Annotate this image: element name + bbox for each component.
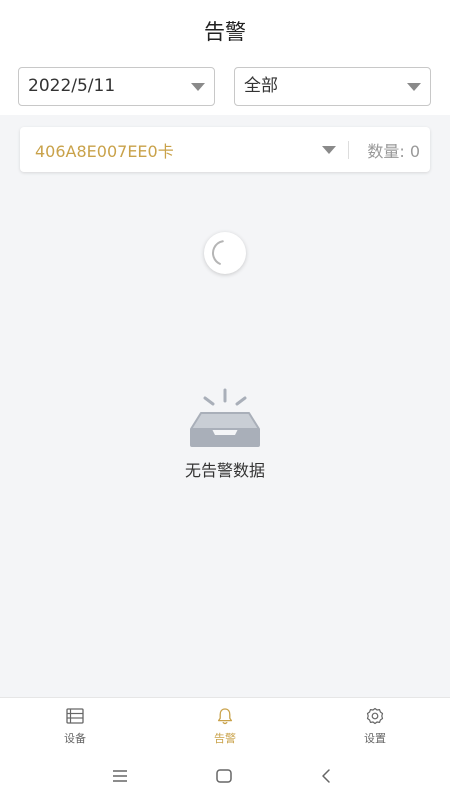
date-select[interactable]: 2022/5/11	[18, 67, 215, 106]
gear-icon	[366, 707, 384, 725]
menu-icon[interactable]	[110, 766, 130, 786]
category-select[interactable]: 全部	[234, 67, 431, 106]
list-icon	[66, 708, 84, 724]
alarm-count-label: 数量:	[367, 141, 405, 161]
tab-devices[interactable]: 设备	[0, 698, 150, 752]
bell-icon	[217, 708, 233, 725]
tab-label: 设置	[364, 732, 386, 745]
back-icon[interactable]	[316, 766, 336, 786]
home-icon[interactable]	[214, 766, 234, 786]
tab-label: 告警	[214, 732, 236, 745]
alarm-count: 数量: 0	[367, 138, 420, 162]
loading-spinner-icon	[204, 232, 246, 274]
device-card[interactable]: 406A8E007EE0卡 数量: 0	[20, 127, 430, 172]
page-title: 告警	[204, 20, 246, 44]
category-select-value: 全部	[244, 76, 278, 96]
alarm-count-value: 0	[409, 141, 420, 161]
caret-down-icon[interactable]	[322, 145, 337, 154]
caret-down-icon	[191, 83, 205, 91]
tab-settings[interactable]: 设置	[300, 698, 450, 752]
alarm-content-area: 406A8E007EE0卡 数量: 0 无告警数据	[0, 115, 450, 697]
date-select-value: 2022/5/11	[28, 76, 116, 96]
tab-alarms[interactable]: 告警	[150, 698, 300, 752]
tab-label: 设备	[64, 732, 86, 745]
divider	[348, 140, 350, 159]
empty-inbox-icon	[190, 388, 260, 447]
bottom-tab-bar: 设备 告警 设置	[0, 697, 450, 752]
system-navigation-bar	[0, 752, 450, 800]
device-name: 406A8E007EE0卡	[35, 141, 174, 161]
caret-down-icon	[407, 83, 421, 91]
empty-state-message: 无告警数据	[184, 461, 265, 480]
